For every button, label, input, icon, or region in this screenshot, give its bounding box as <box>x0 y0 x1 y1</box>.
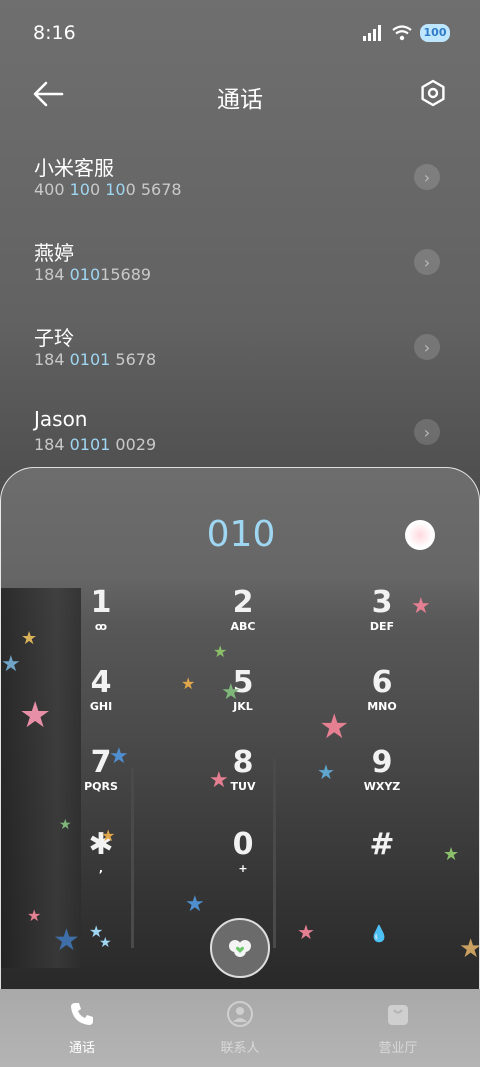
key-5[interactable]: 5 JKL <box>183 666 303 736</box>
battery-icon: 100 <box>420 24 450 42</box>
key-hash[interactable]: # <box>322 828 442 898</box>
shopping-bag-icon <box>388 1005 408 1025</box>
star-decoration-icon: ★ <box>221 680 241 705</box>
status-bar: 8:16 100 <box>0 0 480 66</box>
contact-suggestion-list: 小米客服 400 100 100 5678 › 燕婷 184 01015689 … <box>0 140 480 480</box>
key-2[interactable]: 2 ABC <box>183 586 303 656</box>
tab-calls[interactable]: 通话 <box>32 1001 132 1056</box>
star-decoration-icon: ★ <box>181 674 196 693</box>
wifi-icon <box>392 25 412 41</box>
status-icons: 100 <box>362 24 450 42</box>
key-1[interactable]: 1ꝏ <box>41 586 161 656</box>
phone-heart-icon <box>229 940 251 957</box>
contact-number: 400 100 100 5678 <box>34 180 182 199</box>
chevron-right-icon[interactable]: › <box>414 249 440 275</box>
status-time: 8:16 <box>33 22 76 44</box>
call-button[interactable] <box>210 918 270 978</box>
page-title: 通话 <box>217 87 263 113</box>
settings-hexagon-icon <box>421 79 445 107</box>
list-item[interactable]: 小米客服 400 100 100 5678 › <box>0 140 480 225</box>
contact-name: Jason <box>34 407 88 431</box>
chevron-right-icon[interactable]: › <box>414 334 440 360</box>
contact-number: 184 0101 0029 <box>34 435 157 454</box>
star-decoration-icon: ★ <box>443 844 460 865</box>
header: 通话 <box>0 66 480 126</box>
star-decoration-icon: ★ <box>1 652 21 677</box>
star-decoration-icon: ★ <box>59 817 72 833</box>
contact-number: 184 01015689 <box>34 265 152 284</box>
tab-service-hall-label: 营业厅 <box>378 1041 418 1056</box>
contact-number: 184 0101 5678 <box>34 350 157 369</box>
chevron-right-icon[interactable]: › <box>414 164 440 190</box>
star-decoration-icon: ★ <box>209 768 229 793</box>
star-decoration-icon: ★ <box>99 935 112 951</box>
contact-name: 小米客服 <box>34 156 114 180</box>
chevron-right-icon[interactable]: › <box>414 419 440 445</box>
star-decoration-icon: ★ <box>317 760 335 784</box>
star-decoration-icon: ★ <box>459 934 480 964</box>
contact-name: 子玲 <box>34 326 74 350</box>
raindrop-icon: 💧 <box>369 924 389 943</box>
bottom-navigation: 通话 联系人 营业厅 <box>0 989 480 1067</box>
key-0[interactable]: 0 + <box>183 828 303 898</box>
star-decoration-icon: ★ <box>213 642 228 661</box>
key-4[interactable]: 4 GHI <box>41 666 161 736</box>
star-decoration-icon: ★ <box>185 892 205 917</box>
person-icon <box>227 1001 253 1027</box>
dialpad-panel: 010 1ꝏ 2 ABC 3 DEF 4 GHI 5 JKL 6 MNO 7 PQRS 8T… <box>0 467 480 1067</box>
signal-icon <box>363 25 381 41</box>
star-decoration-icon: ★ <box>27 906 42 925</box>
list-item[interactable]: 燕婷 184 01015689 › <box>0 225 480 310</box>
contact-name: 燕婷 <box>34 241 74 265</box>
star-decoration-icon: ★ <box>319 707 350 747</box>
star-decoration-icon: ★ <box>53 923 80 958</box>
star-decoration-icon: ★ <box>19 695 52 736</box>
tab-contacts-label: 联系人 <box>220 1041 260 1056</box>
voicemail-icon: ꝏ <box>94 620 108 633</box>
tab-calls-label: 通话 <box>68 1041 95 1056</box>
key-7[interactable]: 7 PQRS <box>41 746 161 816</box>
settings-button[interactable] <box>419 79 447 107</box>
star-decoration-icon: ★ <box>101 826 116 845</box>
star-decoration-icon: ★ <box>109 744 129 769</box>
key-8[interactable]: 8 TUV <box>183 746 303 816</box>
tab-service-hall[interactable]: 营业厅 <box>348 1001 448 1056</box>
list-item[interactable]: 子玲 184 0101 5678 › <box>0 310 480 395</box>
star-decoration-icon: ★ <box>21 628 38 649</box>
tab-contacts[interactable]: 联系人 <box>190 1001 290 1056</box>
key-9[interactable]: 9 WXYZ <box>322 746 442 816</box>
star-decoration-icon: ★ <box>297 920 315 944</box>
flower-sticker-icon[interactable] <box>405 520 435 550</box>
phone-icon <box>71 1003 93 1025</box>
star-decoration-icon: ★ <box>411 594 431 619</box>
